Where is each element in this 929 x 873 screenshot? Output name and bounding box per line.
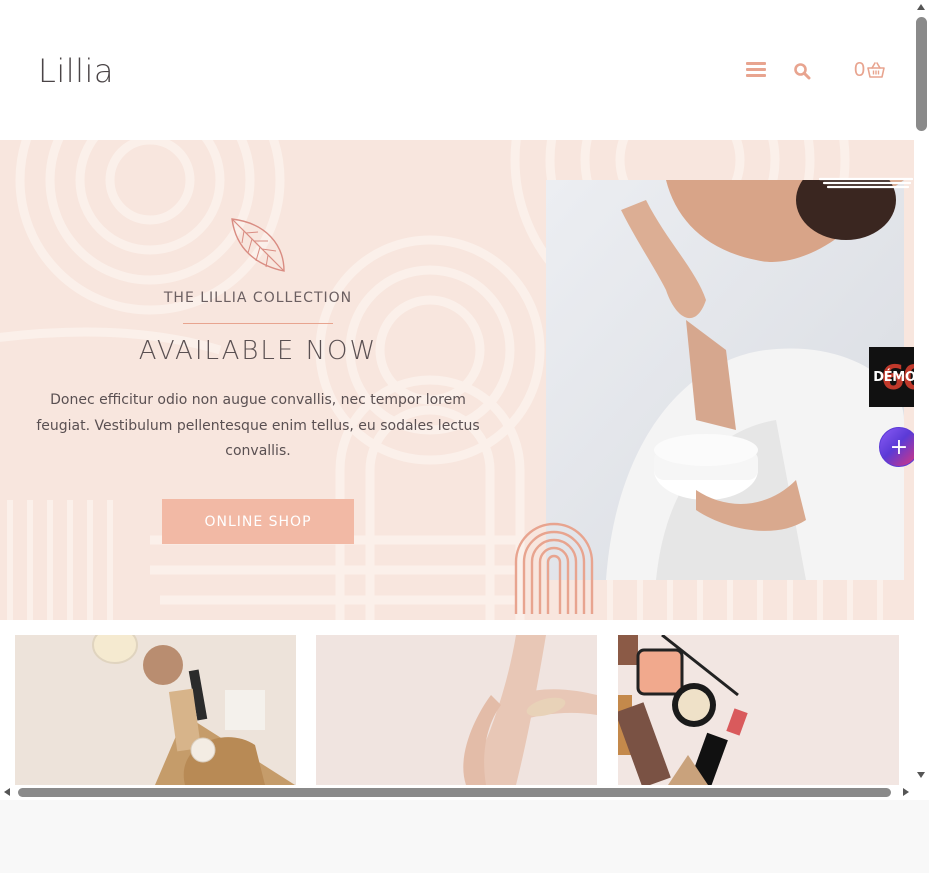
scrollbar-corner: [914, 785, 929, 800]
collection-label: THE LILLIA COLLECTION: [163, 290, 353, 306]
scroll-down-arrow-icon[interactable]: [917, 772, 925, 778]
page-viewport: Lillia 0 THE LILLIA COLLECTION AVAILABLE…: [0, 0, 914, 785]
scroll-left-arrow-icon[interactable]: [4, 788, 10, 796]
hero-model-photo: [546, 180, 904, 580]
hero-section: THE LILLIA COLLECTION AVAILABLE NOW Done…: [0, 140, 914, 620]
product-tiles: [0, 620, 914, 785]
rainbow-arch-icon: [514, 522, 594, 614]
horizontal-scroll-thumb[interactable]: [18, 788, 891, 797]
hero-description: Donec efficitur odio non augue convallis…: [36, 392, 480, 459]
scroll-up-arrow-icon[interactable]: [917, 4, 925, 10]
online-shop-button[interactable]: ONLINE SHOP: [162, 499, 354, 544]
hero-headline: AVAILABLE NOW: [138, 336, 378, 366]
product-tile-skincare-hands[interactable]: [316, 635, 597, 785]
horizontal-scrollbar[interactable]: [0, 785, 914, 800]
shopping-basket-icon: [867, 62, 885, 78]
site-logo[interactable]: Lillia: [38, 52, 114, 90]
cart-count: 0: [854, 58, 866, 81]
plus-button[interactable]: +: [879, 427, 919, 467]
hamburger-menu-icon[interactable]: [746, 62, 766, 78]
scroll-right-arrow-icon[interactable]: [903, 788, 909, 796]
title-divider: [183, 323, 333, 324]
product-tile-toiletries[interactable]: [15, 635, 296, 785]
leaf-icon: [231, 218, 285, 272]
vertical-scrollbar[interactable]: [914, 0, 929, 785]
product-tile-makeup[interactable]: [618, 635, 899, 785]
brush-stroke-decoration: [818, 177, 914, 189]
cart-button[interactable]: 0: [854, 58, 885, 82]
search-icon[interactable]: [793, 62, 811, 80]
site-header: Lillia 0: [0, 0, 914, 140]
vertical-scroll-thumb[interactable]: [916, 17, 927, 131]
